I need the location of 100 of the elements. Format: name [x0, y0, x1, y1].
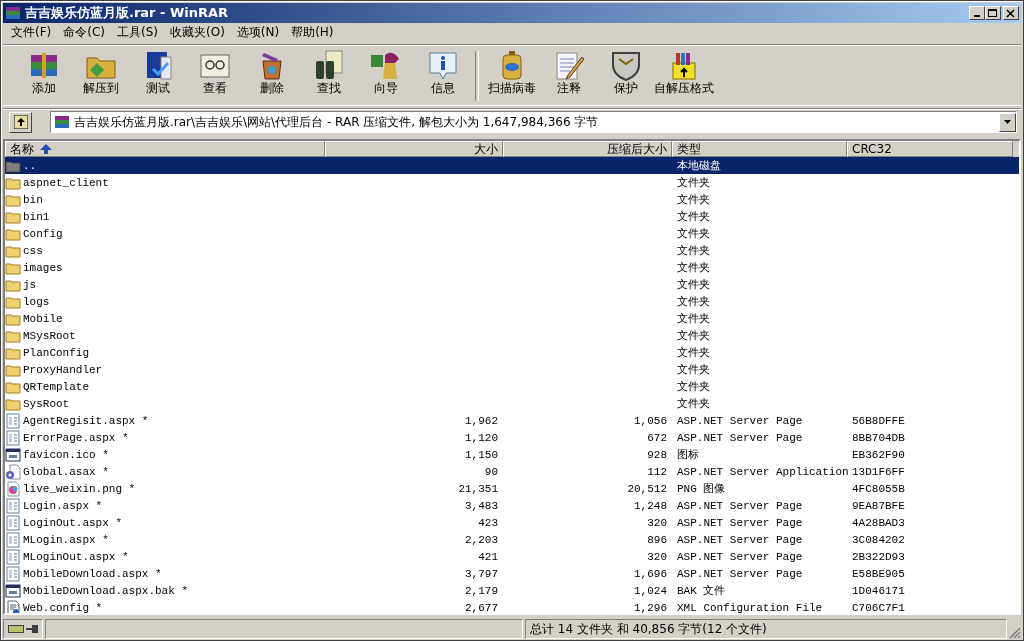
table-cell-text: 文件夹	[677, 210, 710, 224]
file-row[interactable]: aspnet_client 文件夹	[5, 174, 1019, 191]
file-row[interactable]: PlanConfig 文件夹	[5, 344, 1019, 361]
address-field[interactable]: 吉吉娱乐仿蓝月版.rar\吉吉娱乐\网站\代理后台 - RAR 压缩文件, 解包大小为 1,647,984,366 字节	[50, 111, 1017, 133]
table-cell: 2B322D93	[852, 550, 905, 563]
table-cell: 928	[647, 448, 667, 461]
file-row[interactable]: MLoginOut.aspx * 421 320 ASP.NET Server Page 2B322D93	[5, 548, 1019, 565]
toolbar-button[interactable]: 添加	[15, 47, 72, 105]
file-row[interactable]: logs 文件夹	[5, 293, 1019, 310]
table-cell: 4FC8055B	[852, 482, 905, 495]
table-cell: 1,296	[634, 601, 667, 613]
column-header[interactable]: 类型	[672, 141, 847, 157]
up-folder-button[interactable]	[9, 111, 32, 133]
file-row[interactable]: MobileDownload.aspx.bak * 2,179 1,024 BAK 文件 1D046171	[5, 582, 1019, 599]
close-button[interactable]	[1003, 6, 1019, 20]
menu-item[interactable]: 选项(N)	[230, 23, 286, 42]
window-title: 吉吉娱乐仿蓝月版.rar - WinRAR	[25, 4, 230, 22]
table-cell: C706C7F1	[852, 601, 905, 613]
file-row[interactable]: QRTemplate 文件夹	[5, 378, 1019, 395]
file-row[interactable]: ErrorPage.aspx * 1,120 672 ASP.NET Server Page 8BB704DB	[5, 429, 1019, 446]
file-row[interactable]: .. 本地磁盘	[5, 157, 1019, 174]
file-row[interactable]: MLogin.aspx * 2,203 896 ASP.NET Server Page 3C084202	[5, 531, 1019, 548]
file-name: bin	[23, 193, 43, 206]
toolbar-button[interactable]: 查看	[186, 47, 243, 105]
table-cell: 2,179	[465, 584, 498, 597]
column-header[interactable]: CRC32	[847, 141, 1013, 157]
column-header[interactable]: 大小	[325, 141, 503, 157]
file-row[interactable]: LoginOut.aspx * 423 320 ASP.NET Server Page 4A28BAD3	[5, 514, 1019, 531]
address-text: 吉吉娱乐仿蓝月版.rar\吉吉娱乐\网站\代理后台 - RAR 压缩文件, 解包大小为 1,647,984,366 字节	[74, 113, 600, 131]
toolbar-button[interactable]: 测试	[129, 47, 186, 105]
table-cell: 90	[484, 465, 498, 478]
file-row[interactable]: Config 文件夹	[5, 225, 1019, 242]
table-cell-text: 文件夹	[677, 227, 710, 241]
file-row[interactable]: AgentRegisit.aspx * 1,962 1,056 ASP.NET Server Page 56B8DFFE	[5, 412, 1019, 429]
file-row[interactable]: favicon.ico * 1,150 928 图标 EB362F90	[5, 446, 1019, 463]
table-cell: 112	[647, 465, 667, 478]
table-cell: 320	[647, 550, 667, 563]
file-row[interactable]: ProxyHandler 文件夹	[5, 361, 1019, 378]
file-row[interactable]: Web.config * 2,677 1,296 XML Configuration File C706C7F1	[5, 599, 1019, 613]
resize-grip-icon[interactable]	[1009, 627, 1021, 639]
toolbar-button[interactable]: 查找	[300, 47, 357, 105]
file-row[interactable]: Global.asax * 90 112 ASP.NET Server Application 13D1F6FF	[5, 463, 1019, 480]
table-cell-text: 文件夹	[677, 363, 710, 377]
file-row[interactable]: Login.aspx * 3,483 1,248 ASP.NET Server Page 9EA87BFE	[5, 497, 1019, 514]
table-cell-text: 文件夹	[677, 295, 710, 309]
toolbar-button[interactable]: 注释	[540, 47, 597, 105]
menu-item[interactable]: 收藏夹(O)	[164, 23, 231, 42]
dropdown-button[interactable]	[999, 112, 1016, 132]
toolbar-button[interactable]: 保护	[597, 47, 654, 105]
file-row[interactable]: MSysRoot 文件夹	[5, 327, 1019, 344]
file-row[interactable]: css 文件夹	[5, 242, 1019, 259]
column-header[interactable]: 名称	[5, 141, 325, 157]
menu-item[interactable]: 文件(F)	[5, 23, 58, 42]
toolbar-button[interactable]: 解压到	[72, 47, 129, 105]
caret-icon	[1004, 120, 1011, 124]
table-cell-text: 文件夹	[677, 397, 710, 411]
maximize-button[interactable]	[985, 6, 1001, 20]
up-arrow-icon	[13, 115, 28, 129]
file-row[interactable]: SysRoot 文件夹	[5, 395, 1019, 412]
file-name: favicon.ico *	[23, 448, 109, 461]
file-row[interactable]: Mobile 文件夹	[5, 310, 1019, 327]
toolbar-button[interactable]: 信息	[414, 47, 471, 105]
toolbar-button[interactable]: 扫描病毒	[483, 47, 540, 105]
table-cell-text: 文件夹	[677, 380, 710, 394]
close-icon	[1006, 8, 1016, 18]
table-cell: ASP.NET Server Page	[677, 516, 803, 529]
table-cell: 1,024	[634, 584, 667, 597]
table-cell: 1,696	[634, 567, 667, 580]
column-header[interactable]: 压缩后大小	[503, 141, 672, 157]
file-row[interactable]: bin1 文件夹	[5, 208, 1019, 225]
file-row[interactable]: images 文件夹	[5, 259, 1019, 276]
file-name: MLoginOut.aspx *	[23, 550, 129, 563]
file-row[interactable]: js 文件夹	[5, 276, 1019, 293]
menu-item[interactable]: 命令(C)	[57, 23, 111, 42]
file-row[interactable]: live_weixin.png * 21,351 20,512 PNG 图像 4FC8055B	[5, 480, 1019, 497]
table-cell-text: 文件夹	[677, 278, 710, 292]
table-cell-text: 文件夹	[677, 261, 710, 275]
minimize-button[interactable]	[969, 6, 985, 20]
table-cell: E58BE905	[852, 567, 905, 580]
file-row[interactable]: MobileDownload.aspx * 3,797 1,696 ASP.NET Server Page E58BE905	[5, 565, 1019, 582]
table-cell: EB362F90	[852, 448, 905, 461]
table-cell: 8BB704DB	[852, 431, 905, 444]
file-name: ErrorPage.aspx *	[23, 431, 129, 444]
file-row[interactable]: bin 文件夹	[5, 191, 1019, 208]
file-name: js	[23, 278, 37, 291]
minimize-icon	[974, 15, 980, 17]
file-name: PlanConfig	[23, 346, 89, 359]
toolbar-button[interactable]: 删除	[243, 47, 300, 105]
table-cell-text: 文件夹	[677, 244, 710, 258]
table-cell: ASP.NET Server Page	[677, 533, 803, 546]
menu-item[interactable]: 帮助(H)	[285, 23, 340, 42]
table-cell: 4A28BAD3	[852, 516, 905, 529]
table-cell: 423	[478, 516, 498, 529]
table-cell: ASP.NET Server Page	[677, 550, 803, 563]
table-cell-text: 文件夹	[677, 346, 710, 360]
toolbar-button[interactable]: 向导	[357, 47, 414, 105]
toolbar-button[interactable]: 自解压格式	[654, 47, 714, 105]
file-name: ..	[23, 159, 37, 172]
file-name: Config	[23, 227, 63, 240]
menu-item[interactable]: 工具(S)	[111, 23, 164, 42]
